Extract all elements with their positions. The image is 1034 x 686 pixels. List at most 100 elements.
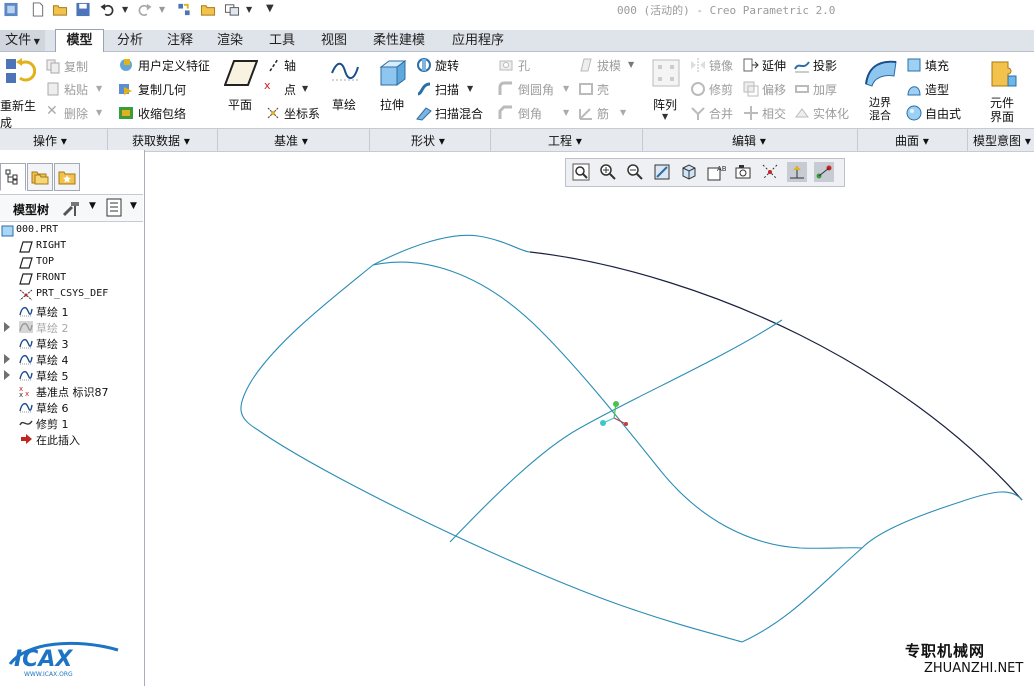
repaint-icon[interactable] <box>652 162 672 182</box>
folder-icon[interactable] <box>200 2 216 17</box>
tab-render[interactable]: 渲染 <box>210 30 250 51</box>
zoom-out-icon[interactable] <box>625 162 645 182</box>
tab-annotate[interactable]: 注释 <box>160 30 200 51</box>
style-button[interactable]: 造型 <box>925 81 949 98</box>
redo-dropdown-icon[interactable]: ▼ <box>159 5 165 14</box>
tab-model[interactable]: 模型 <box>55 29 104 53</box>
hole-button[interactable]: 孔 <box>518 57 530 74</box>
tree-item-right[interactable]: RIGHT <box>0 239 143 255</box>
revolve-button[interactable]: 旋转 <box>435 57 459 74</box>
group-get-data[interactable]: 获取数据 ▾ <box>132 132 190 149</box>
boundary-blend-button[interactable]: 边界 混合 <box>869 96 891 122</box>
shell-button[interactable]: 壳 <box>597 81 609 98</box>
point-dropdown-icon[interactable]: ▼ <box>302 84 308 93</box>
tab-view[interactable]: 视图 <box>312 30 356 51</box>
component-interface-button[interactable]: 元件 界面 <box>990 96 1014 124</box>
solidify-button[interactable]: 实体化 <box>813 105 849 122</box>
swept-blend-button[interactable]: 扫描混合 <box>435 105 483 122</box>
open-folder-icon[interactable] <box>52 2 68 17</box>
annotation-display-icon[interactable] <box>814 162 834 182</box>
tree-item-csys[interactable]: PRT_CSYS_DEF <box>0 287 143 303</box>
tree-item-trim-1[interactable]: 修剪 1 <box>0 415 143 431</box>
trim-button[interactable]: 修剪 <box>709 81 733 98</box>
chamfer-button[interactable]: 倒角 <box>518 105 542 122</box>
copy-geometry-button[interactable]: 复制几何 <box>138 81 186 98</box>
rib-dropdown-icon[interactable]: ▼ <box>620 108 626 117</box>
tree-item-sketch-3[interactable]: 草绘 3 <box>0 335 143 351</box>
mirror-button[interactable]: 镜像 <box>709 57 733 74</box>
rib-button[interactable]: 筋 <box>597 105 609 122</box>
tree-item-sketch-2[interactable]: 草绘 2 <box>0 319 143 335</box>
shrinkwrap-button[interactable]: 收缩包络 <box>138 105 186 122</box>
delete-button[interactable]: 删除 <box>64 105 88 122</box>
new-file-icon[interactable] <box>30 2 46 17</box>
delete-dropdown-icon[interactable]: ▼ <box>96 108 102 117</box>
sweep-button[interactable]: 扫描 <box>435 81 459 98</box>
zoom-in-icon[interactable] <box>598 162 618 182</box>
copy-button[interactable]: 复制 <box>64 58 88 75</box>
tree-item-sketch-4[interactable]: 草绘 4 <box>0 351 143 367</box>
tree-item-sketch-5[interactable]: 草绘 5 <box>0 367 143 383</box>
tab-flexible-modeling[interactable]: 柔性建模 <box>364 30 434 51</box>
tree-settings-icon[interactable] <box>62 199 82 217</box>
freestyle-button[interactable]: 自由式 <box>925 105 961 122</box>
sketch-button[interactable]: 草绘 <box>332 96 356 113</box>
expand-icon[interactable] <box>4 370 10 380</box>
datum-display-filter-icon[interactable] <box>760 162 780 182</box>
extend-button[interactable]: 延伸 <box>762 57 786 74</box>
undo-icon[interactable] <box>99 2 115 17</box>
extrude-button[interactable]: 拉伸 <box>380 96 404 113</box>
tab-applications[interactable]: 应用程序 <box>443 30 513 51</box>
display-style-icon[interactable] <box>679 162 699 182</box>
group-datum[interactable]: 基准 ▾ <box>274 132 308 149</box>
windows-dropdown-icon[interactable]: ▼ <box>246 5 252 14</box>
axis-button[interactable]: 轴 <box>284 57 296 74</box>
tree-item-datum-point[interactable]: xxx 基准点 标识87 <box>0 383 143 399</box>
show-menu-icon[interactable] <box>106 198 122 217</box>
round-dropdown-icon[interactable]: ▼ <box>563 84 569 93</box>
tree-item-sketch-6[interactable]: 草绘 6 <box>0 399 143 415</box>
customize-toolbar-icon[interactable]: ▼ <box>266 3 274 14</box>
tree-item-top[interactable]: TOP <box>0 255 143 271</box>
merge-button[interactable]: 合并 <box>709 105 733 122</box>
draft-button[interactable]: 拔模 <box>597 57 621 74</box>
saved-orientations-icon[interactable]: AB <box>706 162 726 182</box>
tab-tools[interactable]: 工具 <box>262 30 302 51</box>
regenerate-icon[interactable] <box>4 56 36 88</box>
save-icon[interactable] <box>75 2 91 17</box>
undo-dropdown-icon[interactable]: ▼ <box>122 5 128 14</box>
refit-icon[interactable] <box>571 162 591 182</box>
round-button[interactable]: 倒圆角 <box>518 81 554 98</box>
regenerate-button[interactable]: 重新生成 <box>0 97 36 131</box>
thicken-button[interactable]: 加厚 <box>813 81 837 98</box>
spin-center-icon[interactable] <box>787 162 807 182</box>
point-button[interactable]: 点 <box>284 81 296 98</box>
favorites-tab[interactable] <box>54 163 80 191</box>
expand-icon[interactable] <box>4 354 10 364</box>
group-surfaces[interactable]: 曲面 ▾ <box>895 132 929 149</box>
tab-analysis[interactable]: 分析 <box>110 30 150 51</box>
show-menu-dropdown-icon[interactable]: ▼ <box>130 201 137 211</box>
view-manager-icon[interactable] <box>733 162 753 182</box>
tree-item-part[interactable]: 000.PRT <box>0 223 143 239</box>
tree-settings-dropdown-icon[interactable]: ▼ <box>89 201 96 211</box>
project-button[interactable]: 投影 <box>813 57 837 74</box>
graphics-canvas[interactable] <box>145 186 1034 686</box>
chamfer-dropdown-icon[interactable]: ▼ <box>563 108 569 117</box>
windows-icon[interactable] <box>224 2 240 17</box>
user-defined-feature-button[interactable]: 用户定义特征 <box>138 57 210 74</box>
tree-item-sketch-1[interactable]: 草绘 1 <box>0 303 143 319</box>
group-operations[interactable]: 操作 ▾ <box>33 132 67 149</box>
expand-icon[interactable] <box>4 322 10 332</box>
model-tree-tab[interactable] <box>0 163 26 191</box>
paste-dropdown-icon[interactable]: ▼ <box>96 84 102 93</box>
plane-button[interactable]: 平面 <box>228 96 252 113</box>
regenerate-small-icon[interactable] <box>176 2 192 17</box>
group-editing[interactable]: 编辑 ▾ <box>732 132 766 149</box>
group-shapes[interactable]: 形状 ▾ <box>411 132 445 149</box>
draft-dropdown-icon[interactable]: ▼ <box>628 60 634 69</box>
intersect-button[interactable]: 相交 <box>762 105 786 122</box>
paste-button[interactable]: 粘贴 <box>64 81 88 98</box>
group-engineering[interactable]: 工程 ▾ <box>548 132 582 149</box>
pattern-button[interactable]: 阵列 <box>653 96 677 113</box>
